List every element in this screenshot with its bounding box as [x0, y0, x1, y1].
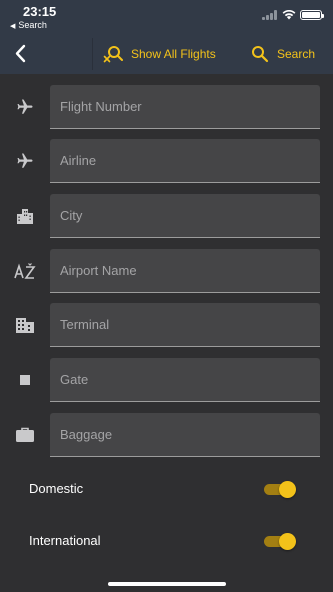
show-all-flights-button[interactable]: Show All Flights: [103, 34, 216, 74]
back-app-label: Search: [18, 20, 47, 30]
search-clear-icon: [103, 46, 123, 63]
baggage-input[interactable]: [60, 413, 310, 456]
flight-search-screen: 23:15 ◀ Search Show All Flights Search F…: [0, 0, 333, 592]
international-label: International: [29, 533, 101, 548]
baggage-field[interactable]: [50, 413, 320, 457]
airline-row: [0, 139, 333, 183]
search-button[interactable]: Search: [251, 34, 315, 74]
cellular-signal-icon: [262, 10, 278, 20]
city-buildings-icon: [14, 206, 36, 226]
switch-thumb: [279, 533, 296, 550]
switch-thumb: [279, 481, 296, 498]
show-all-flights-label: Show All Flights: [131, 47, 216, 61]
flight-number-field[interactable]: [50, 85, 320, 129]
terminal-row: [0, 303, 333, 347]
domestic-switch[interactable]: [263, 480, 297, 498]
airline-input[interactable]: [60, 139, 310, 182]
chevron-left-icon: [15, 44, 26, 63]
plane-icon: [14, 151, 36, 171]
search-label: Search: [277, 47, 316, 61]
search-icon: [252, 46, 269, 63]
navigation-bar: Show All Flights Search: [0, 34, 333, 74]
city-row: [0, 194, 333, 238]
terminal-field[interactable]: [50, 303, 320, 347]
back-to-app-link[interactable]: ◀ Search: [10, 20, 47, 30]
home-indicator[interactable]: [108, 582, 226, 586]
gate-input[interactable]: [60, 358, 310, 401]
city-input[interactable]: [60, 194, 310, 237]
city-field[interactable]: [50, 194, 320, 238]
gate-row: [0, 358, 333, 402]
gate-field[interactable]: [50, 358, 320, 402]
battery-icon: [300, 10, 324, 20]
plane-icon: [14, 97, 36, 117]
status-bar: 23:15 ◀ Search: [0, 0, 333, 34]
airport-name-row: [0, 249, 333, 293]
sort-alpha-icon: [14, 261, 36, 281]
status-time: 23:15: [23, 4, 57, 19]
back-triangle-icon: ◀: [10, 23, 16, 30]
airport-name-input[interactable]: [60, 249, 310, 292]
briefcase-icon: [14, 425, 36, 445]
terminal-building-icon: [14, 315, 36, 335]
international-toggle-row: International: [0, 526, 333, 556]
gate-square-icon: [14, 370, 36, 390]
international-switch[interactable]: [263, 532, 297, 550]
back-button[interactable]: [8, 40, 34, 68]
nav-divider: [92, 38, 93, 70]
flight-number-row: [0, 85, 333, 129]
domestic-toggle-row: Domestic: [0, 474, 333, 504]
airport-name-field[interactable]: [50, 249, 320, 293]
baggage-row: [0, 413, 333, 457]
domestic-label: Domestic: [29, 481, 84, 496]
terminal-input[interactable]: [60, 303, 310, 346]
flight-number-input[interactable]: [60, 85, 310, 128]
wifi-icon: [282, 10, 296, 20]
airline-field[interactable]: [50, 139, 320, 183]
